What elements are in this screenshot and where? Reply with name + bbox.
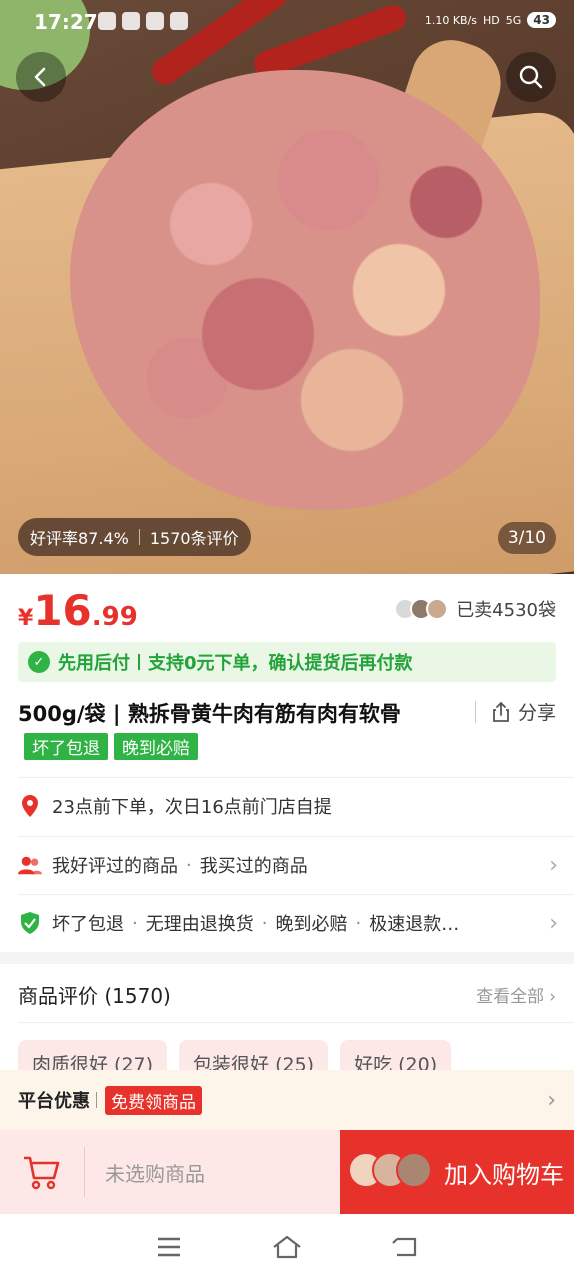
price: ¥ 16 .99 bbox=[18, 586, 138, 635]
unselected-text: 未选购商品 bbox=[105, 1161, 205, 1186]
cart-summary[interactable]: 未选购商品 bbox=[0, 1130, 340, 1214]
promo-badge: 免费领商品 bbox=[105, 1085, 202, 1115]
divider bbox=[18, 1022, 574, 1023]
battery-icon: 43 bbox=[527, 12, 556, 28]
divider bbox=[138, 654, 140, 670]
nav-back-button[interactable] bbox=[385, 1227, 425, 1267]
promo-label: 平台优惠 bbox=[18, 1091, 90, 1112]
chevron-right-icon: › bbox=[547, 1087, 556, 1113]
chevron-right-icon: › bbox=[549, 987, 556, 1007]
guarantee-item: 无理由退换货 bbox=[145, 914, 254, 935]
pay-later-label: 先用后付 bbox=[58, 653, 130, 674]
pay-later-icon: ✓ bbox=[28, 651, 50, 673]
search-icon bbox=[519, 65, 543, 89]
chevron-right-icon: › bbox=[549, 852, 558, 878]
chevron-right-icon: › bbox=[549, 910, 558, 936]
cart-icon[interactable] bbox=[6, 1130, 76, 1214]
platform-promo-bar[interactable]: 平台优惠 免费领商品 › bbox=[0, 1070, 574, 1130]
guarantee-item: 晚到必赔 bbox=[275, 914, 348, 935]
buyer-avatars bbox=[348, 1152, 432, 1188]
pay-later-desc: 支持0元下单，确认提货后再付款 bbox=[148, 653, 413, 674]
rating-summary[interactable]: 好评率87.4% 1570条评价 bbox=[18, 518, 251, 556]
menu-icon bbox=[158, 1237, 180, 1257]
home-icon bbox=[273, 1235, 301, 1259]
back-button[interactable] bbox=[16, 52, 66, 102]
price-currency: ¥ bbox=[18, 606, 34, 631]
notification-icon bbox=[146, 12, 164, 30]
see-all-reviews[interactable]: 查看全部 › bbox=[476, 982, 556, 1007]
shield-check-icon bbox=[18, 911, 42, 935]
guarantee-item: 坏了包退 bbox=[52, 914, 124, 935]
price-decimal: .99 bbox=[91, 602, 138, 632]
avatar bbox=[426, 598, 449, 620]
pay-later-banner[interactable]: ✓ 先用后付 支持0元下单，确认提货后再付款 bbox=[18, 642, 556, 682]
menu-button[interactable] bbox=[149, 1227, 189, 1267]
notification-icon bbox=[98, 12, 116, 30]
status-indicators: 1.10 KB/s HD 5G 43 bbox=[425, 12, 556, 28]
pickup-text: 23点前下单，次日16点前门店自提 bbox=[52, 797, 332, 818]
divider bbox=[96, 1092, 97, 1108]
add-to-cart-label: 加入购物车 bbox=[444, 1160, 564, 1189]
net-speed: 1.10 KB/s bbox=[424, 13, 478, 27]
cart-bar: 未选购商品 加入购物车 bbox=[0, 1130, 574, 1214]
system-nav-bar bbox=[0, 1214, 574, 1280]
share-icon bbox=[493, 701, 509, 722]
history-row[interactable]: 我好评过的商品 · 我买过的商品 › bbox=[18, 837, 558, 893]
users-icon bbox=[18, 853, 42, 877]
price-integer: 16 bbox=[33, 586, 92, 635]
rating-text: 好评率87.4% bbox=[30, 529, 129, 548]
service-tags: 坏了包退 晚到必赔 bbox=[24, 733, 198, 760]
status-time: 17:27 bbox=[34, 10, 98, 34]
reviews-header: 商品评价 (1570) 查看全部 › bbox=[18, 980, 556, 1009]
notification-icon bbox=[122, 12, 140, 30]
pickup-row[interactable]: 23点前下单，次日16点前门店自提 bbox=[18, 778, 558, 834]
sold-info: 已卖4530袋 bbox=[394, 596, 556, 622]
tag-return: 坏了包退 bbox=[24, 733, 108, 760]
see-all-label: 查看全部 bbox=[476, 987, 545, 1007]
product-title: 500g/袋 | 熟拆骨黄牛肉有筋有肉有软骨 bbox=[18, 702, 401, 726]
search-button[interactable] bbox=[506, 52, 556, 102]
return-icon bbox=[392, 1237, 417, 1257]
section-gap bbox=[0, 952, 574, 964]
guarantee-row[interactable]: 坏了包退 · 无理由退换货 · 晚到必赔 · 极速退款… › bbox=[18, 895, 558, 951]
review-count: 1570条评价 bbox=[149, 529, 239, 548]
purchased-products-link[interactable]: 我买过的商品 bbox=[200, 852, 308, 878]
tag-late-compensation: 晚到必赔 bbox=[114, 733, 198, 760]
divider bbox=[138, 529, 140, 545]
notification-icons bbox=[98, 12, 188, 30]
share-button[interactable]: 分享 bbox=[474, 698, 556, 725]
guarantee-item: 极速退款… bbox=[369, 914, 460, 935]
product-image-gallery[interactable]: 17:27 1.10 KB/s HD 5G 43 好评率87.4% 1570条评… bbox=[0, 0, 574, 574]
notification-icon bbox=[170, 12, 188, 30]
reviews-title: 商品评价 (1570) bbox=[18, 984, 171, 1008]
divider bbox=[84, 1147, 85, 1197]
share-label: 分享 bbox=[517, 702, 556, 724]
reviewed-products-link[interactable]: 我好评过的商品 bbox=[52, 852, 178, 878]
home-button[interactable] bbox=[267, 1227, 307, 1267]
avatar bbox=[396, 1152, 432, 1188]
location-pin-icon bbox=[18, 794, 42, 818]
back-arrow-icon bbox=[34, 67, 46, 87]
status-bar: 17:27 1.10 KB/s HD 5G 43 bbox=[0, 0, 574, 46]
divider bbox=[474, 700, 476, 723]
buyer-avatars bbox=[394, 598, 449, 620]
hd-icon: HD bbox=[483, 13, 500, 27]
image-pager: 3/10 bbox=[497, 522, 556, 554]
signal-icon: 5G bbox=[505, 13, 522, 27]
sold-count: 已卖4530袋 bbox=[456, 600, 556, 621]
add-to-cart-button[interactable]: 加入购物车 bbox=[340, 1130, 574, 1214]
